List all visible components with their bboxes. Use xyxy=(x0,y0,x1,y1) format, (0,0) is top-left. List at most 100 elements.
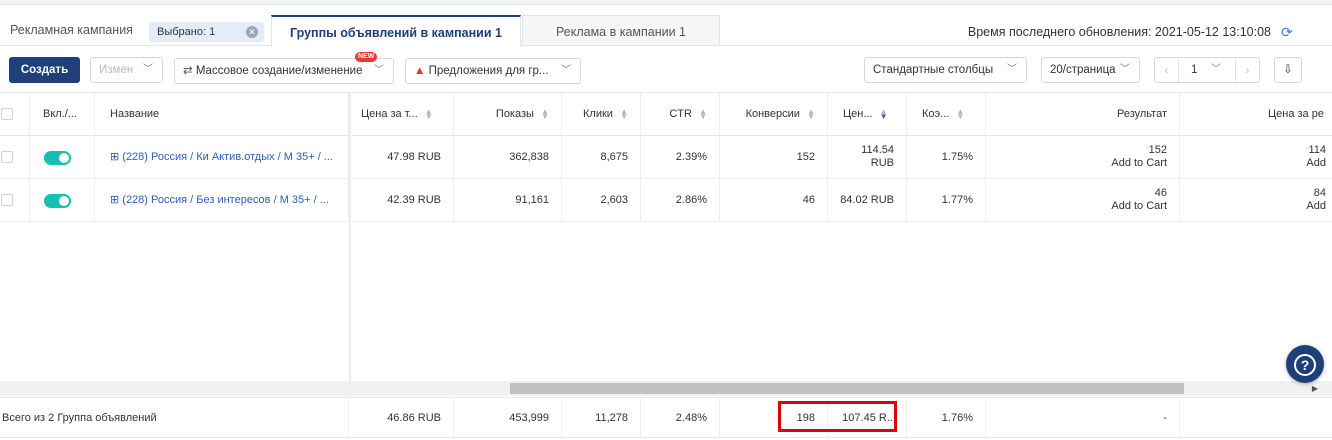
tab-bar: Рекламная кампания Выбрано: 1 ✕ Группы о… xyxy=(0,14,1332,47)
header-conversions[interactable]: Конверсии ▲ ▼ xyxy=(720,93,828,135)
row-toggle-cell xyxy=(30,179,95,221)
total-clicks: 11,278 xyxy=(562,398,641,437)
selected-badge: Выбрано: 1 ✕ xyxy=(149,22,264,42)
next-page-icon[interactable]: › xyxy=(1235,58,1259,82)
ad-group-icon: ⊞ xyxy=(110,151,120,163)
total-cost-per-result xyxy=(1180,398,1332,437)
edit-button[interactable]: Измен ﹀ xyxy=(90,57,163,83)
prev-page-icon[interactable]: ‹ xyxy=(1155,58,1179,82)
sort-icon[interactable]: ▲ ▼ xyxy=(425,108,433,121)
sort-icon[interactable]: ▲ ▼ xyxy=(620,108,628,121)
header-cost-per-result[interactable]: Цена за ре xyxy=(1180,93,1332,135)
tab-ad-groups[interactable]: Группы объявлений в кампании 1 xyxy=(271,15,521,47)
chevron-down-icon: ﹀ xyxy=(374,65,384,76)
cell-impressions: 91,161 xyxy=(454,179,562,221)
cell-conversions: 152 xyxy=(720,136,828,178)
chevron-down-icon: ﹀ xyxy=(1120,64,1130,75)
chevron-down-icon: ﹀ xyxy=(561,65,571,76)
header-conv-rate-label: Коэ... xyxy=(922,108,950,120)
cell-cpm: 42.39 RUB xyxy=(349,179,454,221)
status-toggle[interactable] xyxy=(44,151,71,165)
row-checkbox-cell xyxy=(0,179,30,221)
clear-selection-icon[interactable]: ✕ xyxy=(246,26,258,38)
suggestions-button[interactable]: ▲ Предложения для гр... ﹀ xyxy=(405,58,581,84)
totals-row: Всего из 2 Группа объявлений 46.86 RUB 4… xyxy=(0,397,1332,438)
sort-icon[interactable]: ▲ ▼ xyxy=(956,108,964,121)
horizontal-scrollbar[interactable]: ▶ xyxy=(0,381,1332,396)
header-cpm[interactable]: Цена за т... ▲ ▼ xyxy=(349,93,454,135)
header-impressions[interactable]: Показы ▲ ▼ xyxy=(454,93,562,135)
table-header: Вкл./... Название Цена за т... ▲ ▼ Показы… xyxy=(0,92,1332,136)
totals-label: Всего из 2 Группа объявлений xyxy=(0,398,349,437)
cost-result-type: Add xyxy=(1306,200,1326,212)
cell-conversion-rate: 1.77% xyxy=(907,179,986,221)
header-ctr-label: CTR xyxy=(669,108,692,120)
total-impressions: 453,999 xyxy=(454,398,562,437)
columns-select[interactable]: Стандартные столбцы ﹀ xyxy=(864,57,1027,83)
header-conversion-rate[interactable]: Коэ... ▲ ▼ xyxy=(907,93,986,135)
header-impressions-label: Показы xyxy=(495,108,534,120)
cell-conversions: 46 xyxy=(720,179,828,221)
result-type: Add to Cart xyxy=(1111,200,1167,212)
header-conversions-label: Конверсии xyxy=(745,108,800,120)
refresh-icon[interactable]: ⟳ xyxy=(1281,24,1293,41)
table-row[interactable]: ⊞ (228) Россия / Без интересов / М 35+ /… xyxy=(0,179,1332,222)
ad-group-name-link[interactable]: (228) Россия / Ки Актив.отдых / М 35+ / … xyxy=(122,151,333,163)
download-icon: ⇩ xyxy=(1283,64,1293,76)
row-checkbox[interactable] xyxy=(1,194,13,206)
sort-icon[interactable]: ▲ ▼ xyxy=(699,108,707,121)
sort-desc-icon[interactable]: ▲ ▼ xyxy=(880,108,888,121)
header-ctr[interactable]: CTR ▲ ▼ xyxy=(641,93,720,135)
row-checkbox-cell xyxy=(0,136,30,178)
question-icon: ? xyxy=(1294,354,1316,376)
cell-ctr: 2.39% xyxy=(641,136,720,178)
header-checkbox-cell xyxy=(0,93,30,135)
header-clicks[interactable]: Клики ▲ ▼ xyxy=(562,93,641,135)
cell-cost-per-conversion: 114.54 RUB xyxy=(828,136,907,178)
tab-campaign[interactable]: Рекламная кампания xyxy=(0,14,143,46)
header-cost-conv-label: Цен... xyxy=(843,108,873,120)
sort-icon[interactable]: ▲ ▼ xyxy=(541,108,549,121)
ad-group-name-link[interactable]: (228) Россия / Без интересов / М 35+ / .… xyxy=(122,194,329,206)
scrollbar-thumb[interactable] xyxy=(510,383,1184,394)
header-on[interactable]: Вкл./... xyxy=(30,93,95,135)
cost-result-value: 114 xyxy=(1308,144,1326,156)
total-cpm: 46.86 RUB xyxy=(349,398,454,437)
header-name[interactable]: Название xyxy=(95,93,349,135)
warning-icon: ▲ xyxy=(414,65,426,77)
sort-icon[interactable]: ▲ ▼ xyxy=(807,108,815,121)
export-button[interactable]: ⇩ xyxy=(1274,57,1302,83)
columns-label: Стандартные столбцы xyxy=(873,64,994,76)
cell-impressions: 362,838 xyxy=(454,136,562,178)
tab-ads[interactable]: Реклама в кампании 1 xyxy=(522,15,720,46)
row-toggle-cell xyxy=(30,136,95,178)
row-name-cell: ⊞ (228) Россия / Без интересов / М 35+ /… xyxy=(95,179,349,221)
pagination: ‹ 1 ﹀ › xyxy=(1154,57,1260,83)
cell-cpm: 47.98 RUB xyxy=(349,136,454,178)
cell-clicks: 8,675 xyxy=(562,136,641,178)
cell-clicks: 2,603 xyxy=(562,179,641,221)
cost-conv-unit: RUB xyxy=(870,157,894,169)
status-toggle[interactable] xyxy=(44,194,71,208)
new-badge: NEW xyxy=(355,52,378,62)
cell-result: 152 Add to Cart xyxy=(986,136,1180,178)
chevron-down-icon[interactable]: ﹀ xyxy=(1211,58,1221,82)
help-button[interactable]: ? xyxy=(1286,345,1324,383)
page-number[interactable]: 1 xyxy=(1191,58,1197,82)
cost-result-value: 84 xyxy=(1313,187,1326,199)
cell-conversion-rate: 1.75% xyxy=(907,136,986,178)
ad-group-icon: ⊞ xyxy=(110,194,120,206)
chevron-down-icon: ﹀ xyxy=(143,64,153,75)
total-result: - xyxy=(986,398,1180,437)
row-name-cell: ⊞ (228) Россия / Ки Актив.отдых / М 35+ … xyxy=(95,136,349,178)
create-button[interactable]: Создать xyxy=(9,57,80,83)
select-all-checkbox[interactable] xyxy=(1,108,13,120)
header-cost-per-conversion[interactable]: Цен... ▲ ▼ xyxy=(828,93,907,135)
row-checkbox[interactable] xyxy=(1,151,13,163)
table-row[interactable]: ⊞ (228) Россия / Ки Актив.отдых / М 35+ … xyxy=(0,136,1332,179)
scroll-right-icon[interactable]: ▶ xyxy=(1312,384,1318,393)
per-page-select[interactable]: 20/страница ﹀ xyxy=(1041,57,1140,83)
cell-result: 46 Add to Cart xyxy=(986,179,1180,221)
header-result[interactable]: Результат xyxy=(986,93,1180,135)
highlight-box xyxy=(778,401,897,432)
